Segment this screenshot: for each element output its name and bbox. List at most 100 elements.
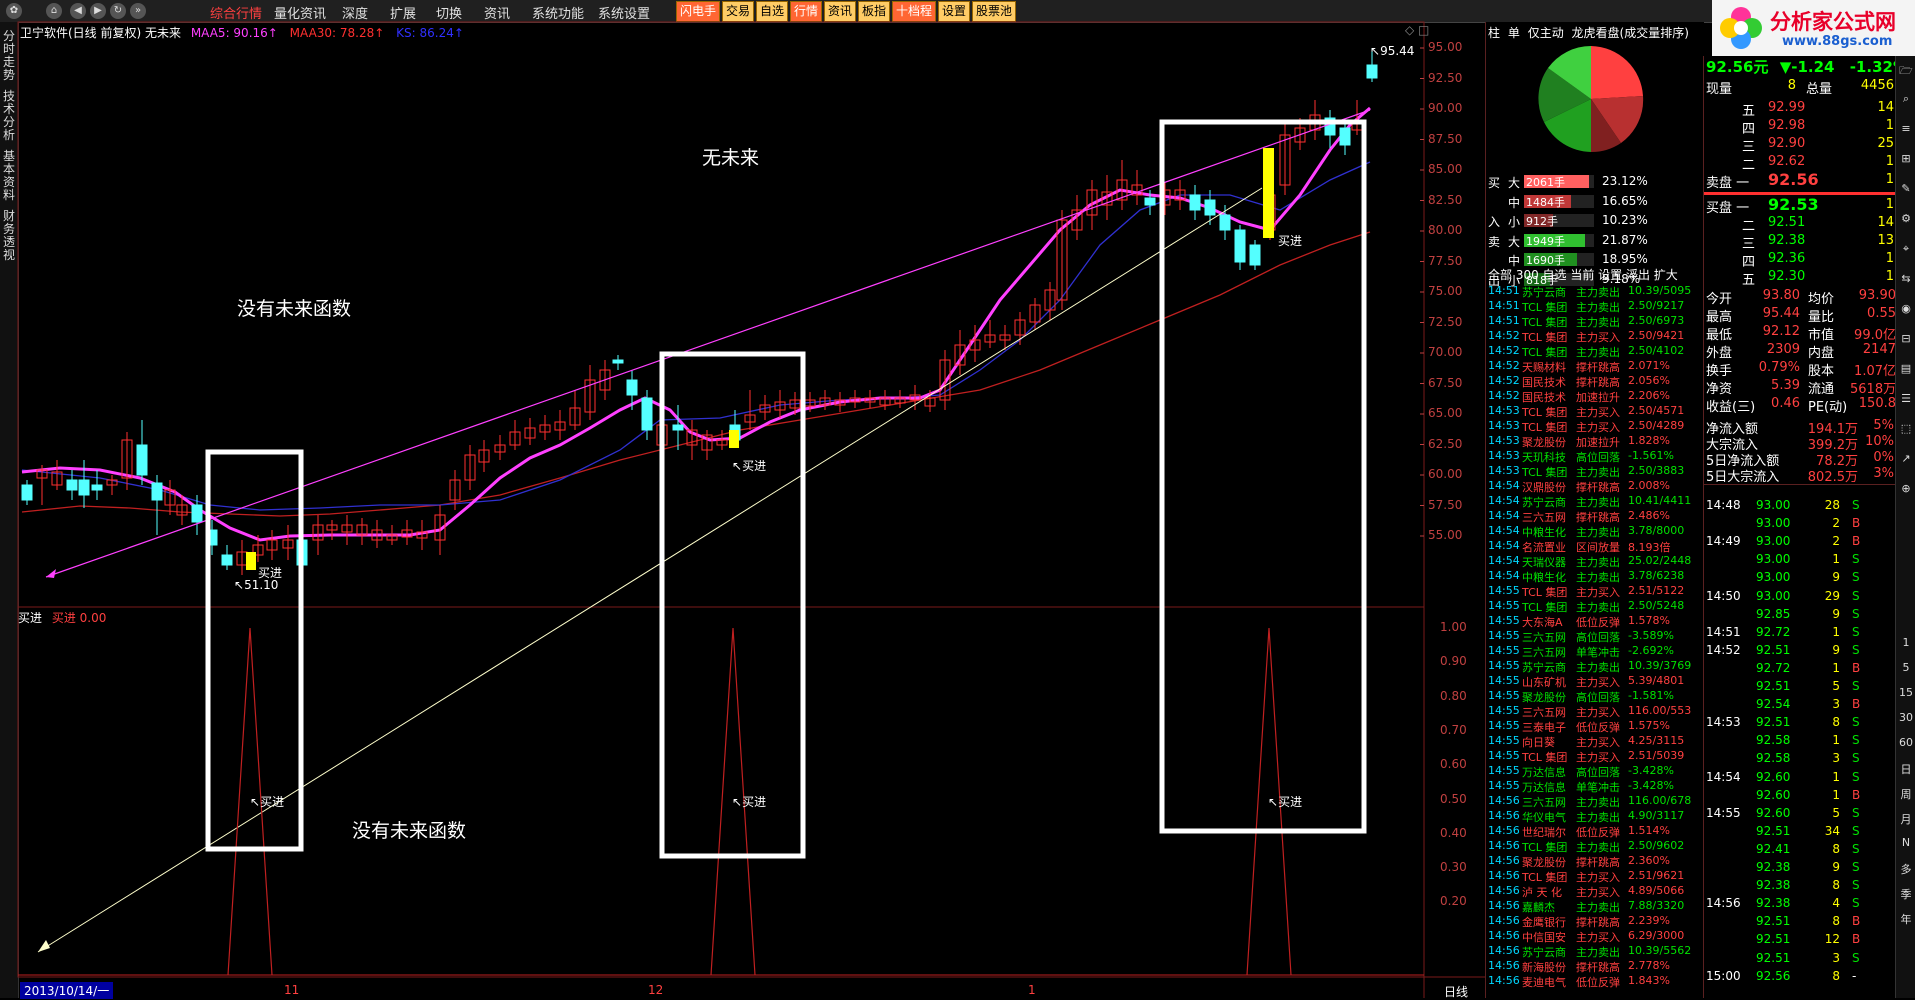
tool-icon[interactable]: ⊟ <box>1898 332 1914 345</box>
highlight-box-1 <box>205 449 304 852</box>
quote-panel: 92.56元 ▼-1.24 -1.32% 现量 8 总量 4456 五 92.99… <box>1703 56 1915 998</box>
candle-body <box>1204 199 1216 216</box>
period-nav-item[interactable]: N <box>1898 836 1914 849</box>
price-tick: 92.50 <box>1428 70 1463 85</box>
candle-body <box>91 484 103 491</box>
chart-title-bar: 卫宁软件(日线 前复权) 无未来 MAA5: 90.16↑ MAA30: 78.… <box>20 24 464 41</box>
tool-icon[interactable]: ⇆ <box>1898 272 1914 285</box>
buy-signal-bar <box>246 552 256 570</box>
indicator-tick: 0.30 <box>1440 860 1467 875</box>
candle-body <box>626 379 638 396</box>
tool-icon[interactable]: ☰ <box>1898 392 1914 405</box>
candle-body <box>1249 244 1261 266</box>
tool-icon[interactable]: ▤ <box>1898 362 1914 375</box>
ks-line <box>21 161 1371 511</box>
period-nav-item[interactable]: 月 <box>1898 811 1914 827</box>
indicator-tick: 0.20 <box>1440 894 1467 909</box>
ind-buy-label-2: ↖买进 <box>732 795 767 809</box>
candle-body <box>151 482 163 501</box>
period-nav-item[interactable]: 季 <box>1898 886 1914 902</box>
ind-buy-label-3: ↖买进 <box>1268 795 1303 809</box>
candle-body <box>191 504 203 523</box>
candle-body <box>66 479 78 491</box>
lower-trendline <box>37 187 1263 953</box>
candle-body <box>136 444 148 476</box>
annotation-no-future: 无未来 <box>702 147 760 169</box>
site-logo: 分析家公式网 www.88gs.com <box>1712 0 1915 56</box>
period-nav-item[interactable]: 5 <box>1898 661 1914 674</box>
tool-icon[interactable]: ⚙ <box>1898 212 1914 225</box>
ma5-line <box>21 106 1371 542</box>
price-tick: 55.00 <box>1428 528 1463 542</box>
chart-title: 卫宁软件(日线 前复权) 无未来 <box>20 26 181 40</box>
money-flow-panel: 柱 单 仅主动 龙虎看盘(成交量排序) 买大 2061手 23.12% 中 1484手 1… <box>1485 22 1704 998</box>
month-label-nov: 11 <box>284 983 300 997</box>
buy-label-3: 买进 <box>1278 234 1303 248</box>
period-nav-item[interactable]: 日 <box>1898 761 1914 777</box>
buy-signal-bar <box>1263 148 1274 238</box>
tool-icon[interactable]: ⬚ <box>1898 422 1914 435</box>
period-nav-item[interactable]: 30 <box>1898 711 1914 724</box>
volume-row: 现量 8 总量 4456 <box>1706 78 1894 97</box>
period-nav: 1 5 15 30 60 日周月 N 多季年 🗁 ⌕ ≡ ⊞ ✎ ⚙ ⌖ ⇆ ◉ ⊟ ▤ ☰ ⬚ ↗ ⊕ <box>1895 56 1915 998</box>
indicator-tick: 0.40 <box>1440 825 1467 840</box>
period-nav-item[interactable]: 年 <box>1898 911 1914 927</box>
tool-icon[interactable]: ≡ <box>1898 122 1914 135</box>
candle-body <box>1189 194 1201 211</box>
high-price-label: ↖95.44 <box>1370 44 1415 58</box>
annotation-no-future-func-lower: 没有未来函数 <box>352 820 467 842</box>
tool-icon[interactable]: ⌕ <box>1898 92 1914 106</box>
ind-buy-label-1: ↖买进 <box>250 795 285 809</box>
tool-icon[interactable]: ↗ <box>1898 452 1914 465</box>
period-label[interactable]: 日线 <box>1444 983 1468 1000</box>
period-nav-item[interactable]: 60 <box>1898 736 1914 749</box>
ks-label: KS: 86.24↑ <box>396 26 464 40</box>
buy-label-2: ↖买进 <box>732 459 767 473</box>
tool-icon[interactable]: ⊕ <box>1898 482 1914 495</box>
price-tick: 67.50 <box>1428 375 1463 390</box>
candle-body <box>1234 229 1246 263</box>
chart-corner-icons[interactable]: ◇ □ <box>1405 23 1429 37</box>
indicator-value: 买进 0.00 <box>51 611 107 625</box>
logo-title: 分析家公式网 <box>1770 10 1896 34</box>
ma30-label: MAA30: 78.28↑ <box>289 26 385 40</box>
ma5-label: MAA5: 90.16↑ <box>190 26 278 40</box>
candle-body <box>1366 64 1378 79</box>
candle-body <box>1219 214 1231 231</box>
period-nav-item[interactable]: 多 <box>1898 861 1914 877</box>
ma30-line <box>21 231 1371 517</box>
candle-body <box>1144 197 1156 206</box>
tab-single[interactable]: 单 <box>1508 26 1520 40</box>
candle-body <box>641 397 653 431</box>
date-start: 2013/10/14/一 <box>20 982 114 999</box>
upper-trendline <box>45 109 1371 578</box>
tool-icon[interactable]: 🗁 <box>1898 62 1914 81</box>
tape-filter-bar[interactable]: 全部 300 自选 当前 设置 浮出 扩大 <box>1488 266 1678 283</box>
price-tick: 60.00 <box>1428 467 1463 481</box>
tool-icon[interactable]: ◉ <box>1898 302 1914 315</box>
tool-icon[interactable]: ⊞ <box>1898 152 1914 165</box>
price-tick: 77.50 <box>1428 253 1463 268</box>
price-tick: 95.00 <box>1428 40 1463 54</box>
indicator-title-bar: 买进 买进 0.00 <box>18 609 106 626</box>
indicator-tick: 0.80 <box>1440 688 1467 703</box>
price-tick: 90.00 <box>1428 101 1463 115</box>
tool-icon[interactable]: ✎ <box>1898 182 1914 195</box>
tab-dragon-tiger[interactable]: 龙虎看盘(成交量排序) <box>1572 26 1689 40</box>
period-nav-item[interactable]: 周 <box>1898 786 1914 802</box>
price-tick: 72.50 <box>1428 314 1463 329</box>
tab-bar[interactable]: 柱 <box>1488 26 1500 40</box>
price-tick: 82.50 <box>1428 192 1463 207</box>
month-label-dec: 12 <box>648 983 664 997</box>
mid-tabs[interactable]: 柱 单 仅主动 龙虎看盘(成交量排序) <box>1488 24 1689 41</box>
price-tick: 65.00 <box>1428 406 1463 420</box>
tab-active-only[interactable]: 仅主动 <box>1528 26 1564 40</box>
price-change: ▼-1.24 <box>1779 58 1835 76</box>
tool-icon[interactable]: ⌖ <box>1898 242 1914 256</box>
candle-body <box>221 554 233 566</box>
indicator-tick: 0.60 <box>1440 757 1467 772</box>
period-nav-item[interactable]: 1 <box>1898 636 1914 649</box>
annotation-no-future-func: 没有未来函数 <box>237 298 352 320</box>
price-tick: 87.50 <box>1428 131 1463 146</box>
period-nav-item[interactable]: 15 <box>1898 686 1914 699</box>
